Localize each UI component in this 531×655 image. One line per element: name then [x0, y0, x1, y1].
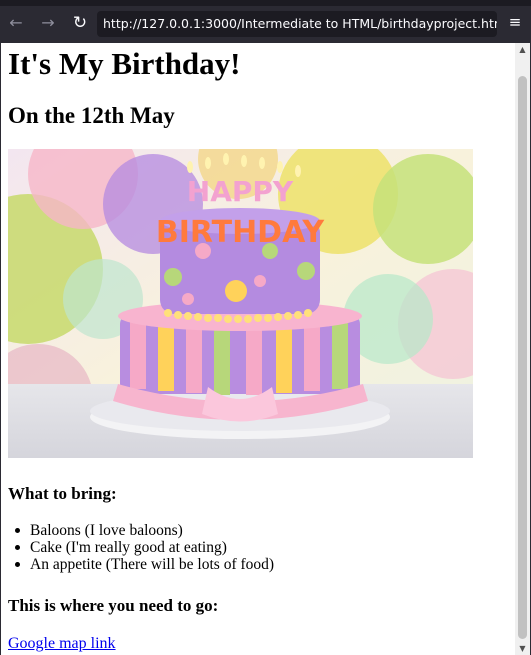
- page-title: It's My Birthday!: [8, 46, 241, 81]
- page-viewport: It's My Birthday! On the 12th May HAPPY …: [1, 43, 530, 655]
- url-bar[interactable]: http://127.0.0.1:3000/Intermediate to HT…: [97, 11, 497, 37]
- hamburger-menu-icon[interactable]: ≡: [506, 14, 524, 30]
- scroll-up-icon[interactable]: ▲: [518, 45, 527, 54]
- bring-list: Baloons (I love baloons) Cake (I'm reall…: [14, 522, 275, 573]
- page-subtitle: On the 12th May: [8, 103, 175, 128]
- list-item: Baloons (I love baloons): [14, 522, 274, 539]
- location-heading: This is where you need to go:: [8, 596, 219, 615]
- google-map-link[interactable]: Google map link: [8, 635, 116, 653]
- scrollbar-thumb[interactable]: [518, 76, 527, 639]
- bring-heading: What to bring:: [8, 484, 117, 503]
- reload-icon[interactable]: ↻: [71, 14, 89, 32]
- browser-toolbar: ← → ↻ http://127.0.0.1:3000/Intermediate…: [0, 0, 531, 43]
- birthday-cake-photo: HAPPY BIRTHDAY: [8, 149, 473, 458]
- scroll-down-icon[interactable]: ▼: [518, 644, 527, 653]
- happy-candles: HAPPY: [187, 175, 294, 208]
- cake-illustration: HAPPY BIRTHDAY: [8, 149, 473, 458]
- list-item: An appetite (There will be lots of food): [14, 556, 275, 573]
- birthday-candles: BIRTHDAY: [156, 215, 326, 250]
- list-item: Cake (I'm really good at eating): [14, 539, 274, 556]
- arrow-left-icon[interactable]: ←: [7, 14, 25, 32]
- vertical-scrollbar[interactable]: ▲ ▼: [515, 43, 530, 655]
- arrow-right-icon[interactable]: →: [39, 14, 57, 32]
